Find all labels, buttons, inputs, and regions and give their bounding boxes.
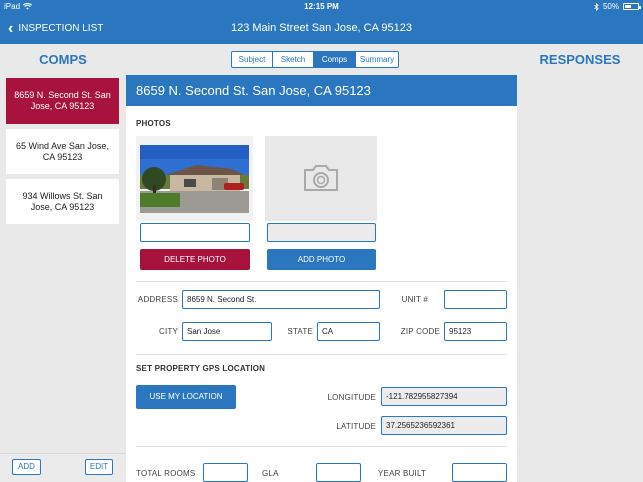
comp-item[interactable]: 65 Wind Ave San Jose, CA 95123: [6, 129, 119, 174]
status-time: 12:15 PM: [304, 2, 339, 11]
photo-caption-input-2[interactable]: [267, 223, 376, 242]
use-my-location-button[interactable]: USE MY LOCATION: [136, 385, 236, 409]
bluetooth-icon: [594, 2, 599, 11]
responses-header: RESPONSES: [539, 52, 621, 67]
unit-field[interactable]: [444, 290, 507, 309]
divider: [136, 354, 507, 355]
comp-detail-panel: 8659 N. Second St. San Jose, CA 95123 PH…: [126, 75, 517, 482]
comp-title: 8659 N. Second St. San Jose, CA 95123: [126, 75, 517, 106]
divider: [136, 446, 507, 447]
comp-item-label: 8659 N. Second St. San Jose, CA 95123: [14, 90, 111, 111]
state-label: STATE: [287, 327, 313, 336]
add-comp-button[interactable]: ADD: [12, 459, 41, 475]
photo-caption-input-1[interactable]: [140, 223, 250, 242]
photos-label: PHOTOS: [136, 119, 171, 128]
comps-list: 8659 N. Second St. San Jose, CA 95123 65…: [0, 75, 126, 482]
latitude-field[interactable]: 37.2565236592361: [381, 416, 507, 435]
latitude-label: LATITUDE: [336, 422, 376, 431]
nav-title: 123 Main Street San Jose, CA 95123: [230, 22, 412, 34]
add-photo-button[interactable]: ADD PHOTO: [267, 249, 376, 270]
gla-label: GLA: [262, 469, 279, 478]
zip-field[interactable]: 95123: [444, 322, 507, 341]
comp-item-selected[interactable]: 8659 N. Second St. San Jose, CA 95123: [6, 78, 119, 124]
camera-icon: [304, 165, 338, 191]
total-rooms-field[interactable]: [203, 463, 248, 482]
gla-field[interactable]: [316, 463, 361, 482]
gps-label: SET PROPERTY GPS LOCATION: [136, 364, 266, 373]
battery-level: [625, 5, 631, 8]
house-photo: [140, 145, 249, 213]
divider: [136, 281, 507, 282]
tab-comps[interactable]: Comps: [314, 52, 356, 67]
status-bar: iPad 12:15 PM 50%: [0, 0, 643, 13]
photo-slot-2[interactable]: [265, 136, 377, 221]
zip-label: ZIP CODE: [400, 327, 440, 336]
year-built-label: YEAR BUILT: [378, 469, 427, 478]
comp-item[interactable]: 934 Willows St. San Jose, CA 95123: [6, 179, 119, 224]
comps-header: COMPS: [39, 52, 87, 67]
tab-summary[interactable]: Summary: [356, 52, 398, 67]
battery-icon: [623, 3, 641, 10]
comp-item-label: 934 Willows St. San Jose, CA 95123: [22, 190, 103, 212]
nav-bar: ‹ INSPECTION LIST 123 Main Street San Jo…: [0, 13, 643, 44]
unit-label: UNIT #: [401, 295, 428, 304]
battery-percent: 50%: [602, 2, 619, 11]
state-field[interactable]: CA: [317, 322, 380, 341]
longitude-label: LONGITUDE: [327, 393, 376, 402]
delete-photo-button[interactable]: DELETE PHOTO: [140, 249, 250, 270]
address-field[interactable]: 8659 N. Second St.: [182, 290, 380, 309]
comp-item-label: 65 Wind Ave San Jose, CA 95123: [16, 140, 109, 162]
city-label: CITY: [158, 327, 178, 336]
address-label: ADDRESS: [137, 295, 178, 304]
city-field[interactable]: San Jose: [182, 322, 272, 341]
longitude-field[interactable]: -121.782955827394: [381, 387, 507, 406]
edit-comp-button[interactable]: EDIT: [85, 459, 113, 475]
tab-subject[interactable]: Subject: [232, 52, 273, 67]
tab-sketch[interactable]: Sketch: [273, 52, 314, 67]
year-built-field[interactable]: [452, 463, 507, 482]
photo-slot-1[interactable]: [136, 136, 253, 221]
total-rooms-label: TOTAL ROOMS: [136, 469, 196, 478]
responses-panel: [517, 75, 643, 482]
section-tabs: Subject Sketch Comps Summary: [231, 51, 399, 68]
comps-actions: ADD EDIT: [0, 453, 126, 482]
status-right: 50%: [594, 2, 641, 11]
